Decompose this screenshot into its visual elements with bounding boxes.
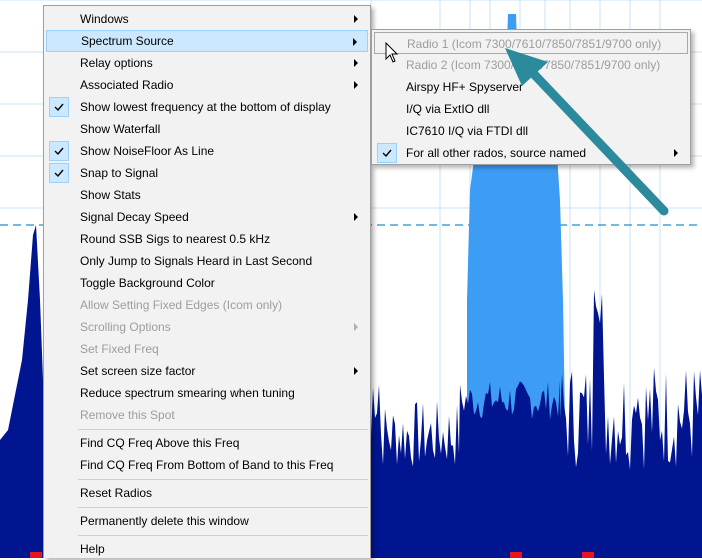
menu-item-set-screen-size-factor[interactable]: Set screen size factor [46, 360, 368, 382]
menu-item-label: Find CQ Freq Above this Freq [80, 436, 240, 450]
submenu-arrow-icon [354, 213, 358, 221]
menu-item-reset-radios[interactable]: Reset Radios [46, 482, 368, 504]
menu-item-label: Show Stats [80, 188, 141, 202]
menu-item-show-waterfall[interactable]: Show Waterfall [46, 118, 368, 140]
menu-item-label: Reduce spectrum smearing when tuning [80, 386, 295, 400]
submenu-arrow-icon [354, 15, 358, 23]
menu-item-spectrum-source[interactable]: Spectrum Source [46, 30, 368, 52]
menu-item-show-stats[interactable]: Show Stats [46, 184, 368, 206]
menu-item-toggle-background-color[interactable]: Toggle Background Color [46, 272, 368, 294]
menu-item-snap-to-signal[interactable]: Snap to Signal [46, 162, 368, 184]
menu-item-label: Allow Setting Fixed Edges (Icom only) [80, 298, 283, 312]
submenu-arrow-icon [354, 367, 358, 375]
menu-item-label: Set screen size factor [80, 364, 196, 378]
menu-item-label: Relay options [80, 56, 153, 70]
menu-item-windows[interactable]: Windows [46, 8, 368, 30]
submenu-item-radio-1-icom-7300-7610-7850-7851-9700-on: Radio 1 (Icom 7300/7610/7850/7851/9700 o… [374, 32, 688, 54]
menu-item-label: Snap to Signal [80, 166, 159, 180]
menu-item-label: I/Q via ExtIO dll [406, 102, 490, 116]
menu-item-allow-setting-fixed-edges-icom-only: Allow Setting Fixed Edges (Icom only) [46, 294, 368, 316]
menu-item-find-cq-freq-from-bottom-of-band-to-this[interactable]: Find CQ Freq From Bottom of Band to this… [46, 454, 368, 476]
menu-item-label: Airspy HF+ Spyserver [406, 80, 524, 94]
menu-separator [78, 479, 368, 480]
menu-item-set-fixed-freq: Set Fixed Freq [46, 338, 368, 360]
submenu-item-radio-2-icom-7300-7610-7850-7851-9700-on: Radio 2 (Icom 7300/7610/7850/7851/9700 o… [374, 54, 688, 76]
menu-separator [78, 507, 368, 508]
submenu-item-airspy-hf-spyserver[interactable]: Airspy HF+ Spyserver [374, 76, 688, 98]
submenu-arrow-icon [354, 59, 358, 67]
menu-item-label: Remove this Spot [80, 408, 175, 422]
menu-item-show-noisefloor-as-line[interactable]: Show NoiseFloor As Line [46, 140, 368, 162]
menu-item-only-jump-to-signals-heard-in-last-secon[interactable]: Only Jump to Signals Heard in Last Secon… [46, 250, 368, 272]
menu-item-label: Help [80, 542, 105, 556]
menu-item-help[interactable]: Help [46, 538, 368, 560]
menu-separator [78, 429, 368, 430]
menu-item-label: Radio 1 (Icom 7300/7610/7850/7851/9700 o… [407, 37, 662, 51]
menu-item-label: Reset Radios [80, 486, 153, 500]
menu-item-permanently-delete-this-window[interactable]: Permanently delete this window [46, 510, 368, 532]
menu-separator [78, 535, 368, 536]
menu-item-show-lowest-frequency-at-the-bottom-of-d[interactable]: Show lowest frequency at the bottom of d… [46, 96, 368, 118]
submenu-item-ic7610-i-q-via-ftdi-dll[interactable]: IC7610 I/Q via FTDI dll [374, 120, 688, 142]
menu-item-label: Set Fixed Freq [80, 342, 159, 356]
menu-item-label: Show Waterfall [80, 122, 161, 136]
submenu-arrow-icon [354, 81, 358, 89]
checkmark-icon [49, 163, 69, 183]
menu-item-round-ssb-sigs-to-nearest-0-5-khz[interactable]: Round SSB Sigs to nearest 0.5 kHz [46, 228, 368, 250]
menu-item-remove-this-spot: Remove this Spot [46, 404, 368, 426]
context-menu: Windows Spectrum Source Relay options Assoc… [43, 5, 371, 558]
menu-item-find-cq-freq-above-this-freq[interactable]: Find CQ Freq Above this Freq [46, 432, 368, 454]
submenu-item-for-all-other-rados-source-named[interactable]: For all other rados, source named [374, 142, 688, 164]
menu-item-label: Show lowest frequency at the bottom of d… [80, 100, 331, 114]
menu-item-label: Signal Decay Speed [80, 210, 189, 224]
menu-item-reduce-spectrum-smearing-when-tuning[interactable]: Reduce spectrum smearing when tuning [46, 382, 368, 404]
menu-item-label: Associated Radio [80, 78, 174, 92]
menu-item-label: Scrolling Options [80, 320, 171, 334]
menu-item-relay-options[interactable]: Relay options [46, 52, 368, 74]
menu-item-label: Windows [80, 12, 129, 26]
submenu-arrow-icon [354, 323, 358, 331]
menu-item-associated-radio[interactable]: Associated Radio [46, 74, 368, 96]
menu-item-label: Round SSB Sigs to nearest 0.5 kHz [80, 232, 271, 246]
menu-item-label: Only Jump to Signals Heard in Last Secon… [80, 254, 313, 268]
submenu-arrow-icon [674, 149, 678, 157]
submenu-item-i-q-via-extio-dll[interactable]: I/Q via ExtIO dll [374, 98, 688, 120]
submenu-arrow-icon [353, 38, 357, 46]
menu-item-signal-decay-speed[interactable]: Signal Decay Speed [46, 206, 368, 228]
mouse-pointer-icon [385, 42, 399, 63]
spectrum-source-submenu: Radio 1 (Icom 7300/7610/7850/7851/9700 o… [371, 29, 691, 165]
checkmark-icon [49, 97, 69, 117]
menu-item-label: Show NoiseFloor As Line [80, 144, 215, 158]
menu-item-label: Permanently delete this window [80, 514, 249, 528]
menu-item-label: Toggle Background Color [80, 276, 215, 290]
menu-item-scrolling-options: Scrolling Options [46, 316, 368, 338]
menu-item-label: For all other rados, source named [406, 146, 587, 160]
menu-item-label: Find CQ Freq From Bottom of Band to this… [80, 458, 334, 472]
signal-peak-left [0, 225, 43, 558]
checkmark-icon [49, 141, 69, 161]
menu-item-label: IC7610 I/Q via FTDI dll [406, 124, 529, 138]
menu-item-label: Spectrum Source [81, 34, 174, 48]
menu-item-label: Radio 2 (Icom 7300/7610/7850/7851/9700 o… [406, 58, 661, 72]
checkmark-icon [377, 143, 397, 163]
